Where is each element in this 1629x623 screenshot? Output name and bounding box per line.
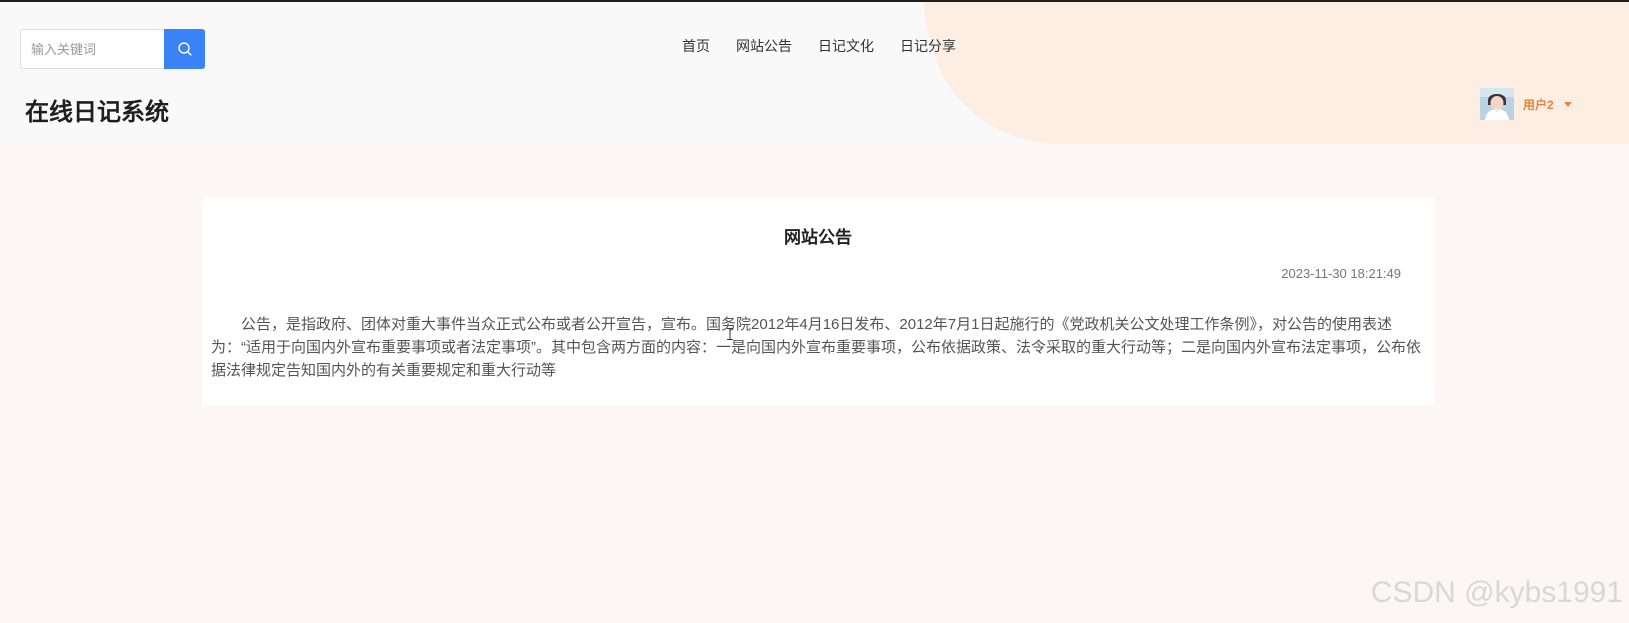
search-icon: [177, 42, 192, 56]
user-avatar: [1480, 88, 1514, 120]
nav-item-home[interactable]: 首页: [682, 36, 710, 56]
search-input[interactable]: [20, 29, 164, 69]
user-name: 用户2: [1523, 97, 1554, 112]
caret-down-icon: [1563, 101, 1572, 107]
search-box: [20, 29, 205, 69]
header-decoration: [924, 2, 1629, 144]
nav-item-announcements[interactable]: 网站公告: [736, 36, 792, 56]
nav-item-diary-culture[interactable]: 日记文化: [818, 36, 874, 56]
main-nav: 首页 网站公告 日记文化 日记分享: [682, 36, 982, 56]
notice-title: 网站公告: [784, 228, 852, 247]
text-cursor-icon: [727, 328, 733, 340]
nav-item-diary-share[interactable]: 日记分享: [900, 36, 956, 56]
header: 首页 网站公告 日记文化 日记分享 在线日记系统 用户2: [0, 2, 1629, 144]
site-title: 在线日记系统: [25, 99, 169, 126]
notice-date: 2023-11-30 18:21:49: [1281, 266, 1401, 281]
notice-card: 网站公告 2023-11-30 18:21:49 公告，是指政府、团体对重大事件…: [202, 197, 1434, 405]
user-menu[interactable]: 用户2: [1480, 88, 1572, 120]
notice-content: 公告，是指政府、团体对重大事件当众正式公布或者公开宣告，宣布。国务院2012年4…: [211, 316, 1421, 379]
search-button[interactable]: [164, 29, 205, 69]
watermark: CSDN @kybs1991: [1370, 576, 1623, 609]
